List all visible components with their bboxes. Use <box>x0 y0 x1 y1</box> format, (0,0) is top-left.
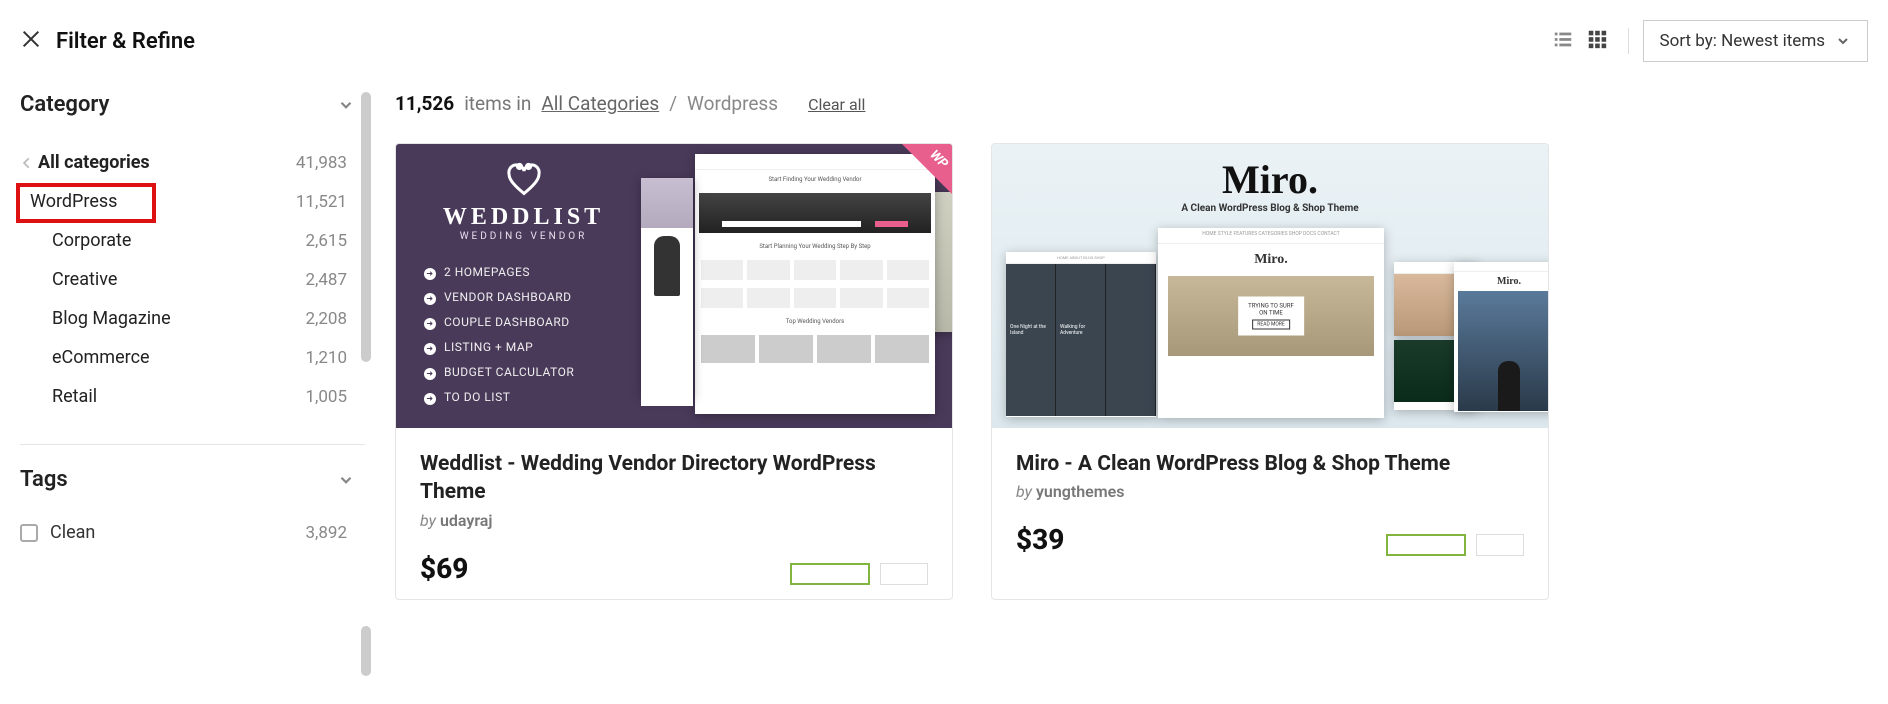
item-card: Miro. A Clean WordPress Blog & Shop Them… <box>991 143 1549 600</box>
clear-all-link[interactable]: Clear all <box>808 95 865 114</box>
scrollbar-thumb[interactable] <box>361 626 371 676</box>
mockup-window <box>641 178 693 398</box>
category-count: 41,983 <box>296 153 347 173</box>
category-creative[interactable]: Creative 2,487 <box>20 260 365 299</box>
divider <box>20 444 365 445</box>
category-count: 2,487 <box>305 270 347 290</box>
cart-button[interactable] <box>880 563 928 585</box>
tag-count: 3,892 <box>305 523 347 543</box>
category-list: All categories 41,983 WordPress 11,521 C… <box>20 143 365 416</box>
category-label: eCommerce <box>52 347 150 368</box>
mockup-window: Miro. <box>1454 262 1548 412</box>
sort-label: Sort by: Newest items <box>1660 31 1825 51</box>
breadcrumb-current: Wordpress <box>687 92 778 115</box>
feature-item: LISTING + MAP <box>424 335 623 360</box>
results-header: 11,526 items in All Categories / Wordpre… <box>395 92 1868 115</box>
category-label: Creative <box>52 269 117 290</box>
mockup-window: HOME STYLE FEATURES CATEGORIES SHOP DOCS… <box>1158 228 1384 418</box>
chevron-left-icon <box>20 156 34 170</box>
preview-button[interactable] <box>1386 534 1466 556</box>
item-price: $69 <box>420 552 468 585</box>
chevron-down-icon <box>337 471 355 489</box>
category-label: All categories <box>38 152 150 173</box>
cart-button[interactable] <box>1476 534 1524 556</box>
mockup-heading: Top Wedding Vendors <box>695 312 935 331</box>
item-byline: by yungthemes <box>1016 482 1524 501</box>
category-label: WordPress <box>30 191 117 212</box>
item-title[interactable]: Miro - A Clean WordPress Blog & Shop The… <box>1016 450 1524 478</box>
category-label: Blog Magazine <box>52 308 171 329</box>
category-all[interactable]: All categories 41,983 <box>20 143 365 182</box>
feature-item: BUDGET CALCULATOR <box>424 360 623 385</box>
results-count: 11,526 <box>395 92 454 115</box>
tags-heading: Tags <box>20 467 68 492</box>
sort-dropdown[interactable]: Sort by: Newest items <box>1643 20 1868 62</box>
feature-item: 2 HOMEPAGES <box>424 260 623 285</box>
category-count: 1,005 <box>305 387 347 407</box>
preview-subbrand: WEDDING VENDOR <box>424 231 623 242</box>
close-icon[interactable] <box>20 28 42 54</box>
feature-item: TO DO LIST <box>424 385 623 410</box>
feature-item: COUPLE DASHBOARD <box>424 310 623 335</box>
feature-item: VENDOR DASHBOARD <box>424 285 623 310</box>
category-count: 1,210 <box>305 348 347 368</box>
preview-brand: WEDDLIST <box>424 204 623 231</box>
breadcrumb-root[interactable]: All Categories <box>541 92 659 115</box>
item-card: WEDDLIST WEDDING VENDOR 2 HOMEPAGES VEND… <box>395 143 953 600</box>
item-author[interactable]: udayraj <box>440 511 493 530</box>
mockup-window: Start Finding Your Wedding Vendor Start … <box>695 154 935 414</box>
checkbox[interactable] <box>20 524 38 542</box>
category-retail[interactable]: Retail 1,005 <box>20 377 365 416</box>
heart-logo-icon <box>424 162 623 198</box>
category-label: Corporate <box>52 230 131 251</box>
preview-features: 2 HOMEPAGES VENDOR DASHBOARD COUPLE DASH… <box>424 260 623 410</box>
tags-facet-header[interactable]: Tags <box>20 467 365 492</box>
item-byline: by udayraj <box>420 511 928 530</box>
preview-subbrand: A Clean WordPress Blog & Shop Theme <box>1181 203 1358 214</box>
tag-label: Clean <box>50 522 95 543</box>
preview-brand: Miro. <box>1222 156 1318 203</box>
list-view-icon[interactable] <box>1552 28 1574 54</box>
item-author[interactable]: yungthemes <box>1036 482 1125 501</box>
grid-view-icon[interactable] <box>1586 28 1608 54</box>
category-heading: Category <box>20 92 109 117</box>
chevron-down-icon <box>1835 33 1851 49</box>
mockup-heading: Start Planning Your Wedding Step By Step <box>695 237 935 256</box>
category-wordpress[interactable]: WordPress 11,521 <box>20 182 365 221</box>
item-price: $39 <box>1016 523 1064 556</box>
results-grid: WEDDLIST WEDDING VENDOR 2 HOMEPAGES VEND… <box>395 143 1868 600</box>
category-blog-magazine[interactable]: Blog Magazine 2,208 <box>20 299 365 338</box>
preview-button[interactable] <box>790 563 870 585</box>
mockup-window: HOME ABOUT BLOG SHOP One Night at the Is… <box>1006 252 1156 417</box>
category-facet-header[interactable]: Category <box>20 92 365 117</box>
category-count: 2,615 <box>305 231 347 251</box>
category-count: 11,521 <box>296 192 347 212</box>
item-preview[interactable]: Miro. A Clean WordPress Blog & Shop Them… <box>992 144 1548 428</box>
category-count: 2,208 <box>305 309 347 329</box>
breadcrumb-separator: / <box>669 92 677 115</box>
category-ecommerce[interactable]: eCommerce 1,210 <box>20 338 365 377</box>
chevron-down-icon <box>337 96 355 114</box>
tag-clean[interactable]: Clean 3,892 <box>20 518 365 547</box>
results-in-text: items in <box>464 92 531 115</box>
wp-badge: WP <box>902 144 952 194</box>
item-title[interactable]: Weddlist - Wedding Vendor Directory Word… <box>420 450 928 507</box>
category-corporate[interactable]: Corporate 2,615 <box>20 221 365 260</box>
category-label: Retail <box>52 386 97 407</box>
mockup-heading: Start Finding Your Wedding Vendor <box>695 170 935 189</box>
tags-list: Clean 3,892 <box>20 518 365 547</box>
item-preview[interactable]: WEDDLIST WEDDING VENDOR 2 HOMEPAGES VEND… <box>396 144 952 428</box>
filter-refine-title: Filter & Refine <box>56 29 195 54</box>
